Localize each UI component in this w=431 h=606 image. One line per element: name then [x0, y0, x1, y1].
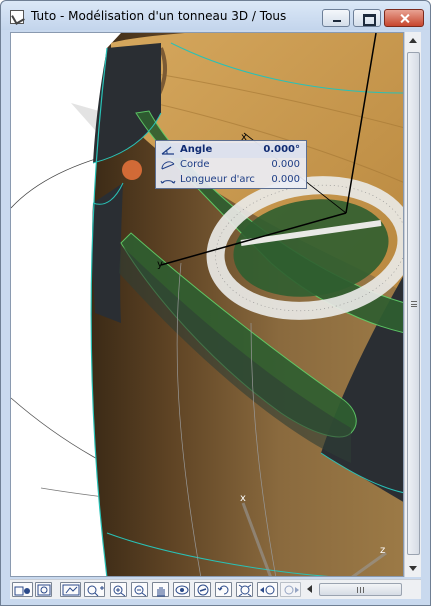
close-button[interactable]: [384, 9, 424, 27]
tracker-label: Corde: [180, 159, 210, 170]
maximize-button[interactable]: [353, 9, 381, 27]
axis-label-x-lower: x: [240, 493, 246, 504]
explore-button[interactable]: [194, 582, 211, 597]
close-icon: [385, 10, 423, 26]
pan-icon: [157, 587, 165, 597]
angle-icon: [161, 146, 174, 155]
chord-icon: [161, 161, 175, 170]
minimize-icon: [323, 10, 349, 26]
maximize-icon: [354, 10, 380, 26]
tracker-row-chord[interactable]: Corde 0.000: [156, 158, 306, 173]
minimize-button[interactable]: [322, 9, 350, 27]
document-window: Tuto - Modélisation d'un tonneau 3D / To…: [0, 0, 431, 606]
previous-zoom-icon: [260, 585, 275, 595]
next-zoom-button[interactable]: [280, 582, 301, 597]
orbit-icon: [175, 585, 189, 595]
explore-icon: [197, 584, 209, 596]
zoom-options-button[interactable]: [84, 582, 105, 597]
scroll-left-button[interactable]: [302, 581, 317, 598]
fit-in-window-button[interactable]: [60, 582, 81, 597]
title-bar[interactable]: Tuto - Modélisation d'un tonneau 3D / To…: [1, 1, 430, 30]
grip-icon: [357, 587, 364, 593]
scroll-down-button[interactable]: [405, 560, 422, 577]
tracker-label: Longueur d'arc: [180, 174, 255, 185]
previous-zoom-button[interactable]: [257, 582, 278, 597]
zoom-options-icon: [87, 585, 104, 597]
next-zoom-icon: [284, 585, 299, 595]
barrel-3d-model: x y x z: [11, 33, 403, 576]
horizontal-scroll-thumb[interactable]: [319, 583, 402, 596]
axis-label-y: y: [157, 259, 163, 270]
scroll-up-button[interactable]: [405, 32, 422, 49]
arc-length-icon: [160, 180, 176, 184]
horizontal-scrollbar[interactable]: [302, 581, 419, 598]
navigator-preview-icon: [14, 586, 30, 596]
tracker-row-arc-length[interactable]: Longueur d'arc 0.000: [156, 173, 306, 188]
zoom-window-button[interactable]: [35, 582, 52, 597]
axis-label-z-lower: z: [380, 545, 385, 556]
zoom-in-icon: [113, 585, 126, 597]
tracker-palette[interactable]: Angle 0.000° Corde 0.000 Longueur d'arc …: [155, 140, 307, 189]
resize-grip[interactable]: [405, 580, 421, 598]
tracker-label: Angle: [180, 144, 213, 155]
zoom-extents-icon: [238, 584, 252, 597]
tracker-value[interactable]: 0.000°: [263, 144, 300, 155]
navigator-preview-button[interactable]: [12, 582, 33, 597]
rotate-button[interactable]: [215, 582, 232, 597]
vertical-scrollbar[interactable]: [404, 32, 421, 577]
zoom-in-button[interactable]: [110, 582, 127, 597]
window-title: Tuto - Modélisation d'un tonneau 3D / To…: [31, 9, 287, 23]
tracker-value[interactable]: 0.000: [271, 174, 300, 185]
fit-in-window-icon: [62, 584, 80, 596]
vertical-scroll-thumb[interactable]: [407, 52, 420, 555]
orbit-button[interactable]: [173, 582, 190, 597]
3d-viewport[interactable]: x y x z Angle 0.000° Corde 0.000 Longueu…: [10, 32, 404, 577]
zoom-window-icon: [37, 584, 51, 596]
tracker-value[interactable]: 0.000: [271, 159, 300, 170]
pan-button[interactable]: [152, 582, 169, 597]
rotate-icon: [217, 585, 229, 595]
zoom-extents-button[interactable]: [236, 582, 253, 597]
tracker-row-angle[interactable]: Angle 0.000°: [156, 143, 306, 158]
navigation-toolbar: [10, 579, 421, 599]
grip-icon: [411, 301, 417, 307]
hotspot-marker[interactable]: [122, 160, 142, 180]
window-app-icon[interactable]: [10, 10, 24, 24]
zoom-out-button[interactable]: [131, 582, 148, 597]
zoom-out-icon: [134, 585, 147, 597]
